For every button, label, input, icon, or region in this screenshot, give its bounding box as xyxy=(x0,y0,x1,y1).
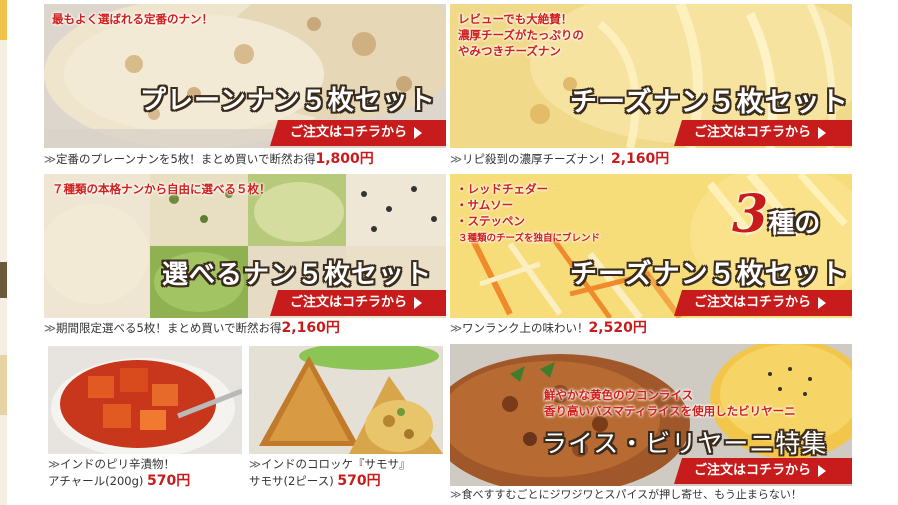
arrow-right-icon xyxy=(414,126,423,139)
choose-naan-order-button[interactable]: ご注文はコチラから xyxy=(270,290,446,316)
rice-tagline-1: 鮮やかな黄色のウコンライス xyxy=(544,388,694,402)
plain-naan-tagline: 最もよく選ばれる定番のナン！ xyxy=(52,12,213,26)
cheese-naan-caption[interactable]: ≫リピ殺到の濃厚チーズナン！2,160円 xyxy=(450,150,669,168)
badge-number: 3 xyxy=(732,184,769,245)
samosa-caption-line-1[interactable]: ≫インドのコロッケ『サモサ』 xyxy=(249,455,411,473)
order-button-label: ご注文はコチラから xyxy=(694,295,812,310)
list-marker: ≫ xyxy=(450,152,463,166)
cheese-type-3: ・ステッペン xyxy=(456,214,525,228)
cheese-naan-tagline-1: レビューでも大絶賛！ xyxy=(458,12,573,26)
cheese-blend-note: ３種類のチーズを独自にブレンド xyxy=(458,233,601,244)
achar-caption-text: インドのピリ辛漬物！ xyxy=(60,457,176,471)
left-edge-image xyxy=(0,0,7,40)
choose-naan-caption-text: 期間限定選べる5枚！まとめ買いで断然お得 xyxy=(56,321,282,335)
cheese-naan-title: チーズナン５枚セット xyxy=(570,87,849,118)
choose-naan-title: 選べるナン５枚セット xyxy=(162,260,433,290)
cheese-type-1: ・レッドチェダー xyxy=(456,182,548,196)
samosa-price: 570円 xyxy=(337,473,381,489)
list-marker: ≫ xyxy=(44,152,57,166)
achar-price: 570円 xyxy=(147,473,191,489)
left-edge-image xyxy=(0,262,7,298)
rice-biryani-order-button[interactable]: ご注文はコチラから xyxy=(674,458,852,484)
plain-naan-caption[interactable]: ≫定番のプレーンナンを5枚！まとめ買いで断然お得1,800円 xyxy=(44,150,374,168)
plain-naan-order-button[interactable]: ご注文はコチラから xyxy=(270,120,446,146)
rice-biryani-caption[interactable]: ≫食べすすむごとにジワジワとスパイスが押し寄せ、もう止まらない！ xyxy=(450,486,802,504)
order-button-label: ご注文はコチラから xyxy=(290,125,408,140)
samosa-caption-text: インドのコロッケ『サモサ』 xyxy=(261,457,411,471)
cheese-type-2: ・サムソー xyxy=(456,198,514,212)
list-marker: ≫ xyxy=(450,321,463,335)
rice-biryani-caption-text: 食べすすむごとにジワジワとスパイスが押し寄せ、もう止まらない！ xyxy=(461,488,802,501)
badge-word: 種の xyxy=(768,209,821,239)
right-margin xyxy=(878,0,898,505)
rice-biryani-banner[interactable]: 鮮やかな黄色のウコンライス 香り高いバスマティライスを使用したビリヤーニ ライス… xyxy=(450,344,852,486)
arrow-right-icon xyxy=(818,464,827,477)
achar-banner[interactable] xyxy=(48,346,242,454)
order-button-label: ご注文はコチラから xyxy=(694,463,812,478)
three-cheese-price: 2,520円 xyxy=(588,320,647,336)
cheese-naan-tagline-2: 濃厚チーズがたっぷりの xyxy=(458,28,584,42)
left-edge-strip xyxy=(0,0,7,505)
cheese-naan-tagline-3: やみつきチーズナン xyxy=(458,44,561,58)
cheese-naan-price: 2,160円 xyxy=(610,151,670,167)
samosa-photo xyxy=(249,346,443,454)
three-cheese-title: チーズナン５枚セット xyxy=(570,259,849,290)
cheese-naan-banner[interactable]: レビューでも大絶賛！ 濃厚チーズがたっぷりの やみつきチーズナン チーズナン５枚… xyxy=(450,4,852,148)
plain-naan-banner[interactable]: 最もよく選ばれる定番のナン！ プレーンナン５枚セット ご注文はコチラから xyxy=(44,4,446,148)
choose-naan-price: 2,160円 xyxy=(281,320,340,336)
arrow-right-icon xyxy=(414,296,423,309)
three-cheese-caption[interactable]: ≫ワンランク上の味わい！2,520円 xyxy=(450,319,647,337)
plain-naan-caption-text: 定番のプレーンナンを5枚！まとめ買いで断然お得 xyxy=(56,152,316,166)
list-marker: ≫ xyxy=(44,321,57,335)
choose-naan-banner[interactable]: ７種類の本格ナンから自由に選べる５枚！ 選べるナン５枚セット ご注文はコチラから xyxy=(44,174,446,318)
order-button-label: ご注文はコチラから xyxy=(290,295,408,310)
choose-naan-tagline: ７種類の本格ナンから自由に選べる５枚！ xyxy=(52,182,271,196)
samosa-banner[interactable] xyxy=(249,346,443,454)
left-edge-image xyxy=(0,355,7,415)
samosa-caption-line-2[interactable]: サモサ(2ピース) 570円 xyxy=(249,472,381,490)
rice-biryani-title: ライス・ビリヤーニ特集 xyxy=(542,429,828,458)
plain-naan-price: 1,800円 xyxy=(315,151,374,167)
list-marker: ≫ xyxy=(450,488,462,501)
three-kinds-badge: 3種の xyxy=(732,184,820,245)
samosa-product-name: サモサ(2ピース) xyxy=(249,474,334,488)
list-marker: ≫ xyxy=(249,457,262,471)
three-cheese-naan-banner[interactable]: ・レッドチェダー ・サムソー ・ステッペン ３種類のチーズを独自にブレンド 3種… xyxy=(450,174,852,318)
achar-caption-line-2[interactable]: アチャール(200g) 570円 xyxy=(48,472,190,490)
achar-photo xyxy=(48,346,242,454)
arrow-right-icon xyxy=(818,126,827,139)
three-cheese-order-button[interactable]: ご注文はコチラから xyxy=(674,290,852,316)
list-marker: ≫ xyxy=(48,457,61,471)
cheese-naan-order-button[interactable]: ご注文はコチラから xyxy=(674,120,852,146)
rice-tagline-2: 香り高いバスマティライスを使用したビリヤーニ xyxy=(544,404,796,418)
achar-product-name: アチャール(200g) xyxy=(48,474,144,488)
achar-caption-line-1[interactable]: ≫インドのピリ辛漬物！ xyxy=(48,455,175,473)
cheese-naan-caption-text: リピ殺到の濃厚チーズナン！ xyxy=(462,152,611,166)
order-button-label: ご注文はコチラから xyxy=(694,125,812,140)
arrow-right-icon xyxy=(818,296,827,309)
choose-naan-caption[interactable]: ≫期間限定選べる5枚！まとめ買いで断然お得2,160円 xyxy=(44,319,340,337)
three-cheese-caption-text: ワンランク上の味わい！ xyxy=(462,321,589,335)
plain-naan-title: プレーンナン５枚セット xyxy=(140,86,436,116)
